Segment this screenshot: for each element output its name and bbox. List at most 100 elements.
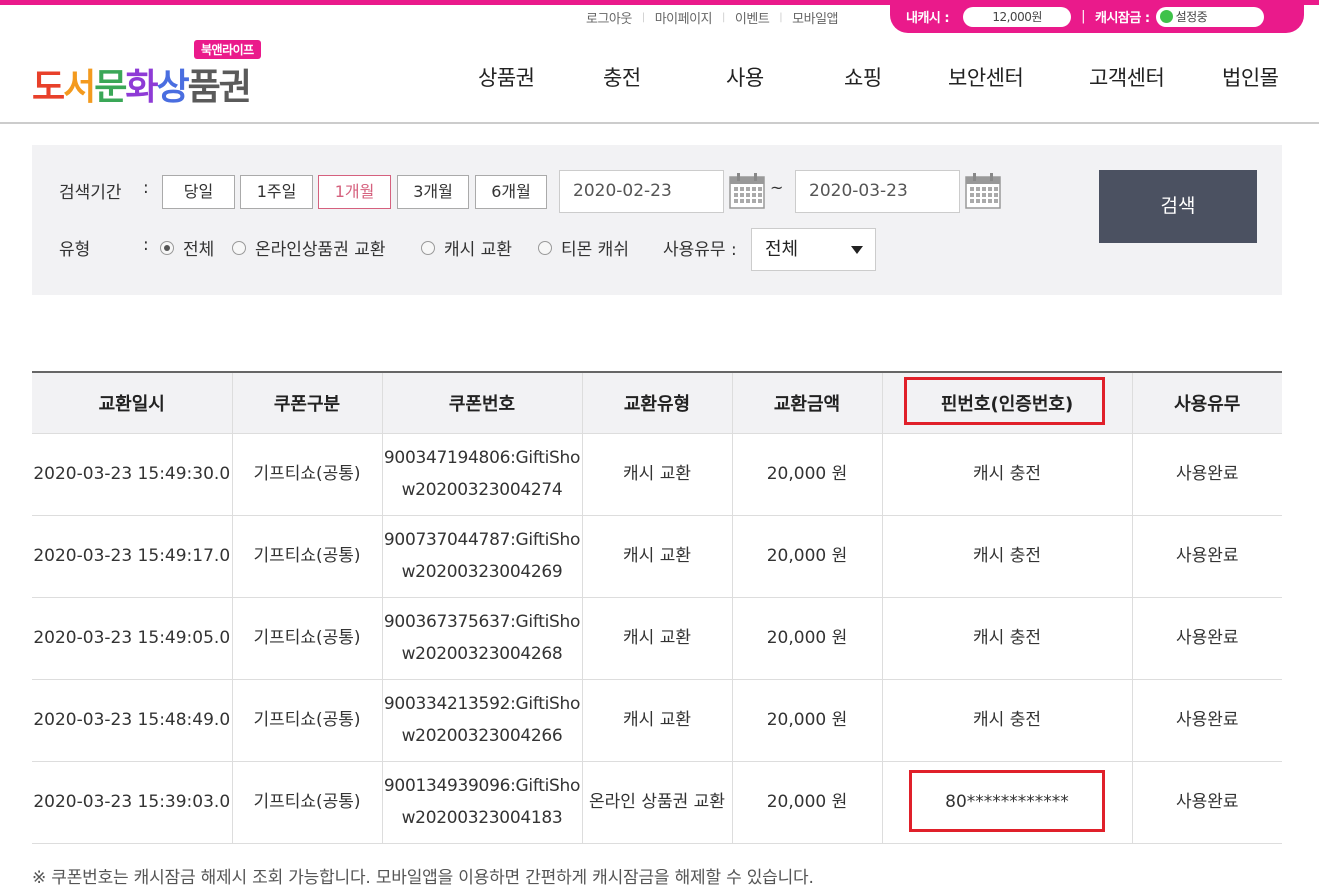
status-dot-icon: [1159, 10, 1173, 23]
mypage-link[interactable]: 마이페이지: [655, 8, 713, 27]
period-1month-button[interactable]: 1개월: [318, 175, 391, 209]
radio-icon: [160, 240, 174, 255]
header-divider: [0, 122, 1319, 124]
cell-pin: 캐시 충전: [881, 596, 1133, 680]
type-radio-tmon[interactable]: 티몬 캐쉬: [538, 235, 629, 260]
cell-coupon-type: 기프티쇼(공통): [231, 432, 383, 516]
cell-exchange-type: 캐시 교환: [581, 678, 733, 762]
usage-select[interactable]: 전체: [751, 228, 876, 271]
calendar-from-icon[interactable]: [729, 172, 765, 209]
caret-down-icon: [851, 246, 863, 254]
utility-links: 로그아웃 | 마이페이지 | 이벤트 | 모바일앱: [586, 6, 839, 28]
usage-label: 사용유무 :: [663, 240, 737, 260]
date-range-tilde: ~: [770, 178, 784, 197]
cell-exchange-type: 캐시 교환: [581, 596, 733, 680]
search-button[interactable]: 검색: [1099, 170, 1257, 243]
period-3month-button[interactable]: 3개월: [397, 175, 469, 209]
cell-pin: 캐시 충전: [881, 432, 1133, 516]
cell-datetime: 2020-03-23 15:49:05.0: [32, 596, 233, 680]
logo-badge: 북앤라이프: [194, 40, 261, 59]
nav-charge[interactable]: 충전: [603, 62, 641, 92]
header-coupon-type: 쿠폰구분: [231, 371, 383, 434]
separator: |: [722, 11, 725, 23]
nav-security-center[interactable]: 보안센터: [948, 62, 1024, 92]
usage-select-value: 전체: [765, 239, 799, 260]
calendar-to-icon[interactable]: [965, 172, 1001, 209]
date-from-input[interactable]: 2020-02-23: [559, 170, 724, 213]
cell-datetime: 2020-03-23 15:49:17.0: [32, 514, 233, 598]
my-cash-panel: 내캐시 : 12,000원 | 캐시잠금 : 설정중: [890, 0, 1304, 33]
nav-shopping[interactable]: 쇼핑: [844, 62, 882, 92]
cell-coupon-type: 기프티쇼(공통): [231, 760, 383, 844]
cell-coupon-number: 900134939096:GiftiShow20200323004183: [381, 760, 583, 844]
type-radio-online-giftcard[interactable]: 온라인상품권 교환: [232, 235, 386, 260]
cell-exchange-type: 캐시 교환: [581, 432, 733, 516]
nav-gift-card[interactable]: 상품권: [478, 62, 535, 92]
period-1week-button[interactable]: 1주일: [240, 175, 313, 209]
period-label: 검색기간: [59, 183, 122, 203]
radio-icon: [421, 240, 435, 255]
cell-amount: 20,000 원: [731, 678, 883, 762]
table-row: 2020-03-23 15:48:49.0 기프티쇼(공통) 900334213…: [32, 678, 1282, 762]
cell-coupon-type: 기프티쇼(공통): [231, 596, 383, 680]
logout-link[interactable]: 로그아웃: [586, 8, 632, 27]
cell-datetime: 2020-03-23 15:48:49.0: [32, 678, 233, 762]
logo-text: 도서문화상품권: [32, 67, 252, 108]
my-cash-label: 내캐시 :: [906, 11, 950, 26]
nav-corporate-mall[interactable]: 법인몰: [1222, 62, 1279, 92]
header-exchange-amount: 교환금액: [731, 371, 883, 434]
cell-coupon-number: 900347194806:GiftiShow20200323004274: [381, 432, 583, 516]
type-radio-label: 캐시 교환: [444, 240, 512, 260]
radio-icon: [538, 240, 552, 255]
cell-usage: 사용완료: [1131, 432, 1282, 516]
nav-customer-center[interactable]: 고객센터: [1089, 62, 1165, 92]
cash-lock-toggle[interactable]: 설정중: [1155, 6, 1264, 27]
cell-coupon-number: 900334213592:GiftiShow20200323004266: [381, 678, 583, 762]
type-label: 유형: [59, 240, 91, 260]
separator: |: [641, 11, 645, 23]
cell-amount: 20,000 원: [731, 760, 883, 844]
separator: |: [779, 11, 783, 23]
type-radio-label: 전체: [183, 240, 215, 260]
period-colon: :: [143, 178, 149, 198]
mobile-app-link[interactable]: 모바일앱: [792, 8, 838, 27]
type-colon: :: [143, 235, 149, 255]
table-row: 2020-03-23 15:49:05.0 기프티쇼(공통) 900367375…: [32, 596, 1282, 680]
cell-coupon-number: 900737044787:GiftiShow20200323004269: [381, 514, 583, 598]
header-exchange-type: 교환유형: [581, 371, 733, 434]
cell-datetime: 2020-03-23 15:39:03.0: [32, 760, 233, 844]
event-link[interactable]: 이벤트: [735, 8, 770, 27]
cell-exchange-type: 캐시 교환: [581, 514, 733, 598]
cash-lock-status: 설정중: [1175, 9, 1208, 24]
cell-amount: 20,000 원: [731, 514, 883, 598]
cell-coupon-type: 기프티쇼(공통): [231, 678, 383, 762]
highlight-box-pin-header: [904, 377, 1105, 425]
type-radio-label: 온라인상품권 교환: [255, 240, 386, 260]
header-coupon-number: 쿠폰번호: [381, 371, 583, 434]
header-usage-status: 사용유무: [1131, 371, 1282, 434]
cash-lock-label: 캐시잠금 :: [1095, 11, 1150, 26]
table-row: 2020-03-23 15:49:17.0 기프티쇼(공통) 900737044…: [32, 514, 1282, 598]
header-exchange-datetime: 교환일시: [32, 371, 233, 434]
type-radio-all[interactable]: 전체: [160, 235, 214, 260]
site-logo[interactable]: 북앤라이프 도서문화상품권: [32, 40, 282, 108]
cell-usage: 사용완료: [1131, 596, 1282, 680]
cell-exchange-type: 온라인 상품권 교환: [581, 760, 733, 844]
period-today-button[interactable]: 당일: [162, 175, 235, 209]
type-radio-cash[interactable]: 캐시 교환: [421, 235, 512, 260]
cell-usage: 사용완료: [1131, 678, 1282, 762]
period-6month-button[interactable]: 6개월: [475, 175, 547, 209]
my-cash-value[interactable]: 12,000원: [963, 6, 1072, 27]
cell-pin: 캐시 충전: [881, 678, 1133, 762]
separator: |: [1081, 9, 1085, 24]
nav-use[interactable]: 사용: [726, 62, 764, 92]
footnote: ※ 쿠폰번호는 캐시잠금 해제시 조회 가능합니다. 모바일앱을 이용하면 간편…: [32, 868, 814, 888]
cell-coupon-number: 900367375637:GiftiShow20200323004268: [381, 596, 583, 680]
cell-coupon-type: 기프티쇼(공통): [231, 514, 383, 598]
date-to-input[interactable]: 2020-03-23: [795, 170, 960, 213]
type-radio-label: 티몬 캐쉬: [561, 240, 629, 260]
cell-amount: 20,000 원: [731, 432, 883, 516]
highlight-box-pin-value: [909, 770, 1105, 832]
cell-usage: 사용완료: [1131, 514, 1282, 598]
cell-amount: 20,000 원: [731, 596, 883, 680]
